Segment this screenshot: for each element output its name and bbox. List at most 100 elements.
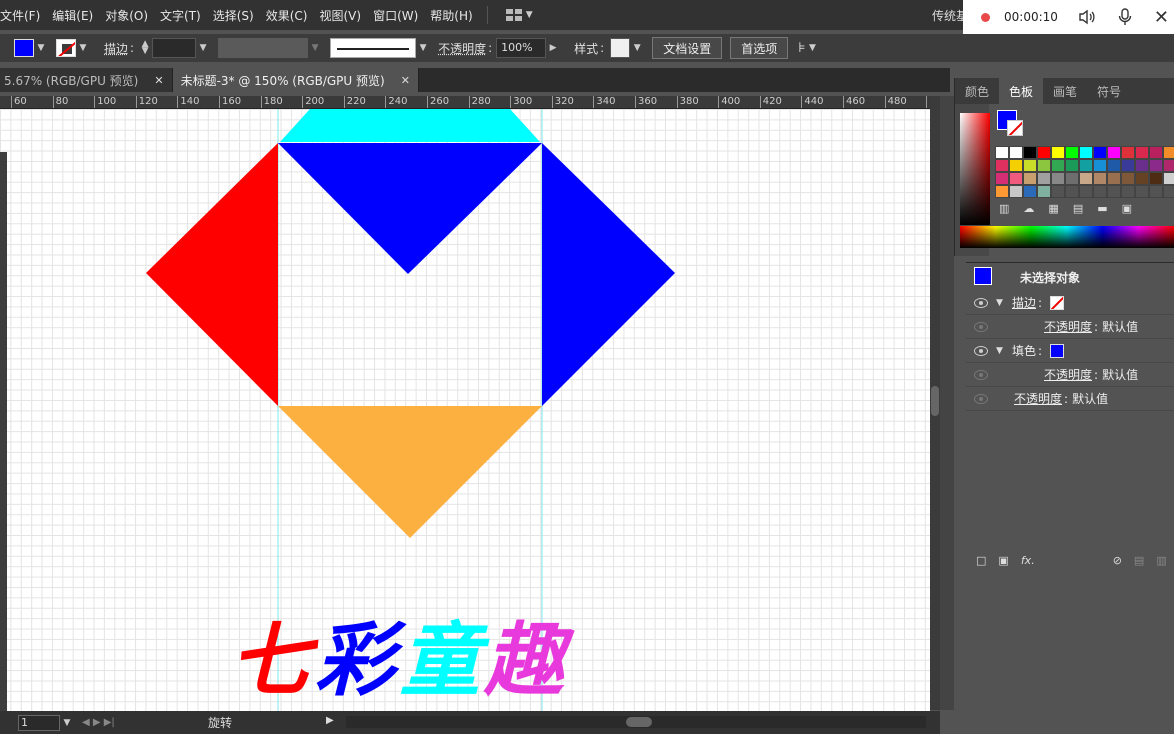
eye-icon[interactable] — [974, 393, 988, 404]
tab-document-1[interactable]: 5.67% (RGB/GPU 预览) ✕ — [0, 68, 173, 92]
swatch-cell[interactable] — [1149, 185, 1163, 198]
clear-appearance-icon[interactable]: ⊘ — [1113, 554, 1122, 567]
menu-window[interactable]: 窗口(W) — [367, 7, 424, 24]
new-group-icon[interactable]: ▬ — [1097, 202, 1107, 215]
eye-icon[interactable] — [974, 345, 988, 356]
chevron-right-icon[interactable]: ▶ — [326, 715, 334, 726]
swatch-cell[interactable] — [995, 146, 1009, 159]
swatch-cell[interactable] — [1079, 185, 1093, 198]
fill-label[interactable]: 填色 — [1012, 342, 1036, 359]
appearance-row-stroke[interactable]: ▼ 描边 : — [966, 291, 1174, 315]
chevron-down-icon[interactable]: ▼ — [34, 41, 48, 55]
swatch-cell[interactable] — [1163, 172, 1174, 185]
chevron-down-icon[interactable]: ▼ — [196, 41, 210, 55]
stroke-label[interactable]: 描边 — [104, 40, 128, 57]
menu-view[interactable]: 视图(V) — [313, 7, 367, 24]
brush-definition-preview[interactable] — [330, 38, 417, 58]
chevron-down-icon[interactable]: ▼ — [996, 346, 1006, 356]
swatch-cell[interactable] — [1065, 159, 1079, 172]
tab-brushes[interactable]: 画笔 — [1043, 78, 1087, 104]
eye-icon[interactable] — [974, 297, 988, 308]
current-stroke-swatch[interactable] — [1007, 120, 1023, 136]
swatch-cell[interactable] — [1037, 146, 1051, 159]
close-icon[interactable]: ✕ — [401, 74, 410, 87]
swatch-options-icon[interactable]: ▤ — [1073, 202, 1083, 215]
duplicate-item-icon[interactable]: ▤ — [1134, 554, 1144, 567]
swatch-cell[interactable] — [1163, 146, 1174, 159]
align-icon[interactable]: ⊧ — [798, 40, 805, 56]
artboard-number-field[interactable]: 1 — [18, 714, 60, 731]
swatch-cell[interactable] — [1163, 159, 1174, 172]
swatch-cell[interactable] — [1107, 172, 1121, 185]
orange-bottom-triangle[interactable] — [278, 406, 542, 538]
add-stroke-icon[interactable]: □ — [976, 554, 986, 567]
swatch-cell[interactable] — [1107, 185, 1121, 198]
appearance-row-stroke-opacity[interactable]: 不透明度 : 默认值 — [966, 315, 1174, 339]
swatch-cell[interactable] — [1079, 172, 1093, 185]
swatch-cell[interactable] — [1135, 185, 1149, 198]
swatch-cell[interactable] — [1135, 146, 1149, 159]
menu-type[interactable]: 文字(T) — [154, 7, 207, 24]
color-spectrum[interactable] — [960, 113, 990, 225]
swatch-cell[interactable] — [1051, 159, 1065, 172]
chevron-down-icon[interactable]: ▼ — [630, 41, 644, 55]
stroke-color-swatch[interactable] — [56, 39, 76, 57]
close-icon[interactable]: ✕ — [154, 74, 163, 87]
arrange-documents-button[interactable]: ▼ — [505, 9, 533, 21]
swatch-cell[interactable] — [1121, 185, 1135, 198]
swatch-cell[interactable] — [1135, 159, 1149, 172]
title-char-1[interactable]: 七 — [230, 613, 319, 707]
cyan-trapezoid[interactable] — [280, 109, 540, 142]
swatch-cell[interactable] — [995, 172, 1009, 185]
swatch-cell[interactable] — [1163, 185, 1174, 198]
tools-panel-edge[interactable] — [0, 152, 7, 712]
swatch-cell[interactable] — [1037, 185, 1051, 198]
swatch-cell[interactable] — [1037, 159, 1051, 172]
chevron-down-icon[interactable]: ▼ — [76, 41, 90, 55]
opacity-label[interactable]: 不透明度 — [1044, 318, 1092, 335]
stroke-weight-stepper[interactable]: ▲ ▼ — [138, 39, 152, 57]
chevron-down-icon[interactable]: ▼ — [416, 41, 430, 55]
blue-right-triangle[interactable] — [542, 143, 675, 406]
tab-swatches[interactable]: 色板 — [999, 78, 1044, 104]
swatch-cell[interactable] — [1065, 146, 1079, 159]
swatch-cell[interactable] — [1051, 185, 1065, 198]
variable-width-profile[interactable] — [218, 38, 309, 58]
close-icon[interactable]: ✕ — [1154, 7, 1169, 28]
opacity-label[interactable]: 不透明度 — [438, 40, 486, 57]
swatch-cell[interactable] — [1023, 159, 1037, 172]
swatch-cell[interactable] — [1093, 146, 1107, 159]
swatch-cell[interactable] — [1079, 146, 1093, 159]
speaker-icon[interactable] — [1078, 8, 1096, 26]
document-setup-button[interactable]: 文档设置 — [652, 37, 723, 59]
delete-icon[interactable]: ▥ — [1156, 554, 1166, 567]
add-fill-icon[interactable]: ▣ — [998, 554, 1008, 567]
new-swatch-icon[interactable]: ▣ — [1122, 202, 1132, 215]
swatch-cell[interactable] — [1009, 172, 1023, 185]
swatch-cell[interactable] — [1121, 172, 1135, 185]
horizontal-ruler[interactable]: 60 80 100 120 140 160 180 200 220 240 260 280 300 320… — [0, 96, 930, 109]
swatch-cell[interactable] — [1107, 159, 1121, 172]
swatch-cell[interactable] — [1121, 146, 1135, 159]
swatch-cell[interactable] — [1009, 185, 1023, 198]
stroke-swatch[interactable] — [1050, 295, 1065, 310]
title-char-2[interactable]: 彩 — [315, 613, 407, 707]
fill-swatch[interactable] — [1050, 343, 1065, 358]
swatch-cell[interactable] — [1023, 185, 1037, 198]
swatch-cell[interactable] — [1037, 172, 1051, 185]
stroke-weight-field[interactable] — [152, 38, 197, 58]
cc-library-icon[interactable]: ☁ — [1023, 202, 1034, 215]
tab-color[interactable]: 颜色 — [955, 78, 999, 104]
menu-select[interactable]: 选择(S) — [207, 7, 260, 24]
eye-icon[interactable] — [974, 321, 988, 332]
chevron-down-icon[interactable]: ▼ — [996, 298, 1006, 308]
horizontal-scrollbar[interactable] — [346, 716, 926, 728]
appearance-row-fill[interactable]: ▼ 填色 : — [966, 339, 1174, 363]
vertical-scrollbar[interactable] — [930, 96, 940, 710]
swatch-cell[interactable] — [1149, 172, 1163, 185]
swatch-cell[interactable] — [1023, 146, 1037, 159]
menu-edit[interactable]: 编辑(E) — [46, 7, 99, 24]
stroke-label[interactable]: 描边 — [1012, 294, 1036, 311]
fill-color-swatch[interactable] — [14, 39, 34, 57]
swatch-cell[interactable] — [995, 159, 1009, 172]
